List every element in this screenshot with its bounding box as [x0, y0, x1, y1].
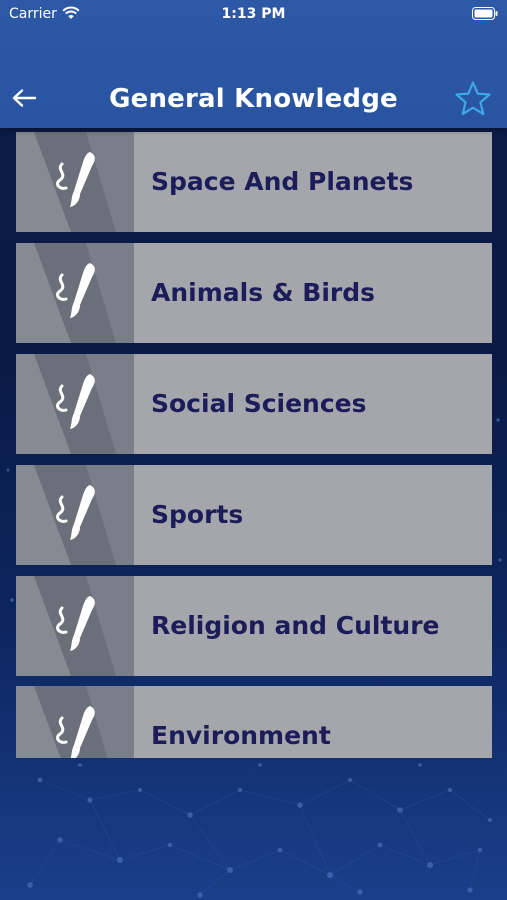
- category-card-environment[interactable]: Environment: [16, 686, 492, 758]
- paintbrush-icon: [16, 686, 134, 758]
- favorite-button[interactable]: [452, 78, 494, 120]
- paintbrush-icon: [16, 243, 134, 343]
- paintbrush-icon: [16, 465, 134, 565]
- category-list[interactable]: Space And Planets Animals & Birds Social…: [16, 128, 492, 758]
- paintbrush-icon: [16, 132, 134, 232]
- category-label: Space And Planets: [151, 167, 414, 196]
- paintbrush-icon: [16, 576, 134, 676]
- category-card-animals-birds[interactable]: Animals & Birds: [16, 243, 492, 343]
- category-card-social-sciences[interactable]: Social Sciences: [16, 354, 492, 454]
- category-label: Social Sciences: [151, 389, 367, 418]
- app-screen: Carrier 1:13 PM General Knowledge Space …: [0, 0, 507, 900]
- star-outline-icon: [455, 81, 491, 116]
- category-card-religion-and-culture[interactable]: Religion and Culture: [16, 576, 492, 676]
- status-time: 1:13 PM: [221, 6, 286, 22]
- category-card-space-and-planets[interactable]: Space And Planets: [16, 132, 492, 232]
- category-label: Animals & Birds: [151, 278, 376, 307]
- paintbrush-icon: [16, 354, 134, 454]
- category-card-sports[interactable]: Sports: [16, 465, 492, 565]
- battery-icon: [472, 7, 498, 20]
- status-bar: Carrier 1:13 PM: [0, 0, 507, 30]
- category-label: Sports: [151, 500, 244, 529]
- navigation-header: Carrier 1:13 PM General Knowledge: [0, 0, 507, 128]
- category-label: Environment: [151, 721, 331, 750]
- category-label: Religion and Culture: [151, 611, 440, 640]
- page-title: General Knowledge: [109, 84, 398, 114]
